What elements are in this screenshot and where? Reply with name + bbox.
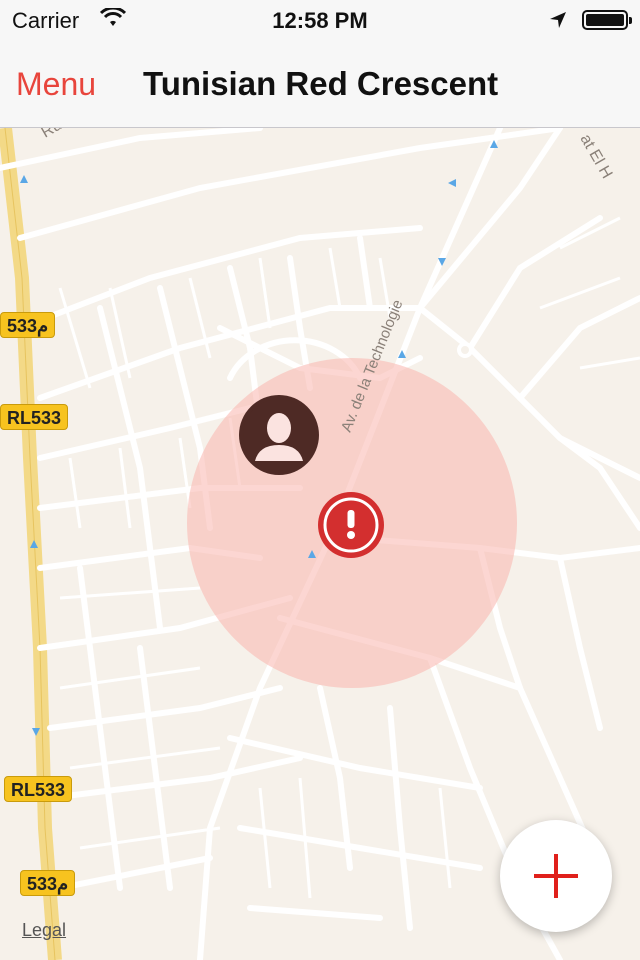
user-location-avatar[interactable] <box>239 395 319 475</box>
plus-icon-vertical <box>554 854 558 898</box>
road-badge: 533م <box>0 312 56 338</box>
page-title: Tunisian Red Crescent <box>143 65 499 102</box>
battery-icon <box>582 10 632 30</box>
legal-link[interactable]: Legal <box>22 920 66 941</box>
navigation-bar: Menu Tunisian Red Crescent <box>0 40 640 128</box>
emergency-alert-marker[interactable] <box>316 490 386 560</box>
road-badge: 533م <box>20 870 76 896</box>
alert-exclamation-icon <box>318 492 384 558</box>
road-badge: RL533 <box>0 404 69 430</box>
status-bar: Carrier 12:58 PM <box>0 0 640 40</box>
menu-button[interactable]: Menu <box>16 66 96 103</box>
location-arrow-icon <box>548 10 568 35</box>
add-button[interactable] <box>500 820 612 932</box>
road-badge: RL533 <box>4 776 73 802</box>
user-silhouette-icon <box>243 399 315 471</box>
clock: 12:58 PM <box>272 8 368 33</box>
